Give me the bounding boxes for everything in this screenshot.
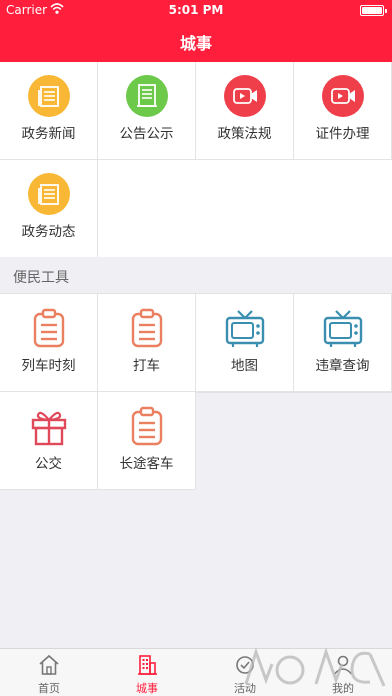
grid-item-label: 公交 — [35, 456, 62, 472]
top-bar: Carrier 5:01 PM 城事 — [0, 0, 392, 62]
grid-item-dynamics[interactable]: 政务动态 — [0, 160, 98, 258]
grid-item-policy[interactable]: 政策法规 — [196, 62, 294, 160]
notice-icon — [126, 75, 168, 117]
video-icon — [224, 75, 266, 117]
grid-item-news[interactable]: 政务新闻 — [0, 62, 98, 160]
grid-item-label: 政务动态 — [21, 224, 76, 240]
tab-label: 城事 — [136, 682, 158, 695]
status-time: 5:01 PM — [168, 3, 224, 17]
grid-empty-cell — [196, 392, 392, 490]
tab-label: 首页 — [38, 682, 60, 695]
news-icon — [28, 75, 70, 117]
grid-item-label: 公告公示 — [119, 126, 174, 142]
clipboard-icon — [131, 406, 163, 446]
grid-item-label: 长途客车 — [119, 456, 174, 472]
grid-item-violation-query[interactable]: 违章查询 — [294, 294, 392, 392]
grid-item-long-distance-bus[interactable]: 长途客车 — [98, 392, 196, 490]
section-header-tools: 便民工具 — [0, 257, 392, 294]
grid-item-certificate[interactable]: 证件办理 — [294, 62, 392, 160]
section-title: 便民工具 — [13, 270, 69, 286]
battery-icon — [360, 5, 387, 16]
grid-item-notice[interactable]: 公告公示 — [98, 62, 196, 160]
main-grid: 政务新闻 公告公示 政策法规 证件办理 政务动态 — [0, 62, 392, 258]
grid-item-label: 政务新闻 — [21, 126, 76, 142]
grid-empty-cell — [98, 160, 392, 258]
tv-icon — [323, 310, 363, 347]
grid-item-label: 列车时刻 — [21, 358, 76, 374]
video-icon — [322, 75, 364, 117]
watermark-logo — [244, 647, 386, 687]
grid-item-bus[interactable]: 公交 — [0, 392, 98, 490]
news-icon — [28, 173, 70, 215]
grid-item-label: 证件办理 — [315, 126, 370, 142]
gift-icon — [31, 411, 67, 446]
grid-item-label: 打车 — [133, 358, 160, 374]
tab-city[interactable]: 城事 — [98, 649, 196, 696]
grid-item-label: 政策法规 — [217, 126, 272, 142]
clipboard-icon — [33, 308, 65, 348]
grid-item-train-schedule[interactable]: 列车时刻 — [0, 294, 98, 392]
grid-item-label: 违章查询 — [315, 358, 370, 374]
page-title: 城事 — [179, 34, 212, 53]
grid-item-map[interactable]: 地图 — [196, 294, 294, 392]
grid-item-taxi[interactable]: 打车 — [98, 294, 196, 392]
building-icon — [138, 655, 157, 675]
tools-grid: 列车时刻 打车 地图 违章查询 公交 长途客车 — [0, 294, 392, 490]
home-icon — [39, 654, 59, 675]
grid-item-label: 地图 — [231, 358, 258, 374]
tv-icon — [225, 310, 265, 347]
clipboard-icon — [131, 308, 163, 348]
tab-home[interactable]: 首页 — [0, 649, 98, 696]
status-bar: Carrier 5:01 PM — [0, 0, 392, 20]
